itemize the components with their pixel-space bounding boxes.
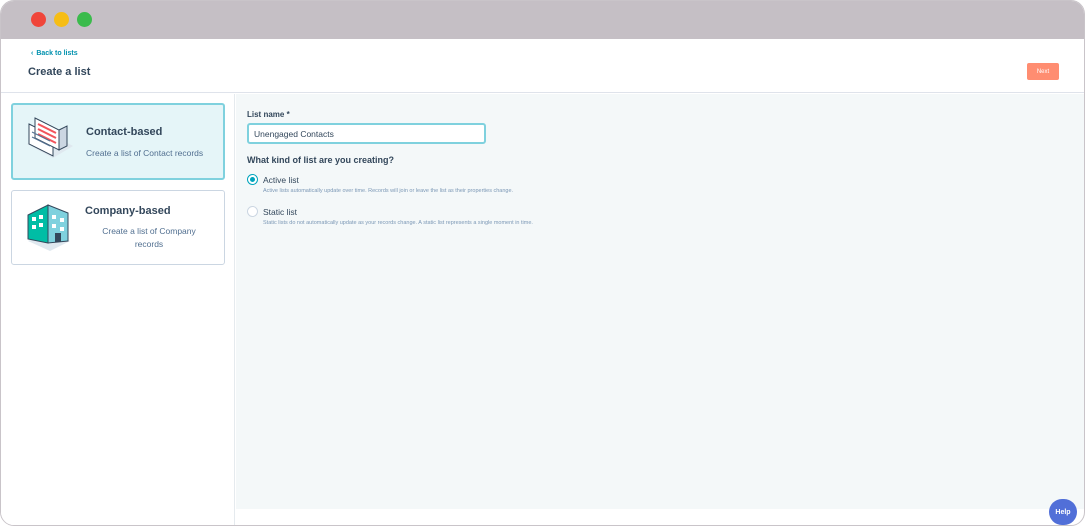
- close-window-button[interactable]: [31, 12, 46, 27]
- active-list-label[interactable]: Active list: [263, 175, 299, 185]
- static-list-radio[interactable]: [247, 206, 258, 217]
- back-to-lists-link[interactable]: ‹ Back to lists: [31, 50, 78, 57]
- list-settings-panel: List name * What kind of list are you cr…: [236, 94, 1084, 509]
- company-based-card[interactable]: Company-based Create a list of Company r…: [11, 190, 225, 265]
- company-based-description: Create a list of Company records: [102, 226, 196, 249]
- contact-based-description: Create a list of Contact records: [86, 148, 204, 158]
- object-type-sidebar: Contact-based Create a list of Contact r…: [1, 94, 235, 525]
- list-name-input[interactable]: [247, 123, 486, 144]
- minimize-window-button[interactable]: [54, 12, 69, 27]
- active-list-description: Active lists automatically update over t…: [263, 188, 514, 194]
- building-icon: [24, 199, 74, 258]
- maximize-window-button[interactable]: [77, 12, 92, 27]
- list-name-label: List name *: [247, 110, 290, 119]
- list-type-question: What kind of list are you creating?: [247, 155, 395, 165]
- contact-card-icon: [23, 114, 77, 169]
- company-based-title: Company-based: [85, 205, 171, 217]
- contact-based-card[interactable]: Contact-based Create a list of Contact r…: [11, 103, 225, 180]
- page-title: Create a list: [28, 66, 91, 78]
- next-button[interactable]: Next: [1027, 63, 1059, 80]
- page-header: ‹ Back to lists Create a list Next: [1, 39, 1084, 93]
- browser-window: ‹ Back to lists Create a list Next Conta…: [0, 0, 1085, 526]
- back-link-label: Back to lists: [36, 50, 78, 57]
- help-button[interactable]: Help: [1049, 499, 1077, 525]
- active-list-radio[interactable]: [247, 174, 258, 185]
- static-list-label[interactable]: Static list: [263, 207, 297, 217]
- window-titlebar: [1, 1, 1084, 39]
- chevron-left-icon: ‹: [31, 50, 34, 57]
- contact-based-title: Contact-based: [86, 126, 163, 138]
- static-list-description: Static lists do not automatically update…: [263, 220, 533, 226]
